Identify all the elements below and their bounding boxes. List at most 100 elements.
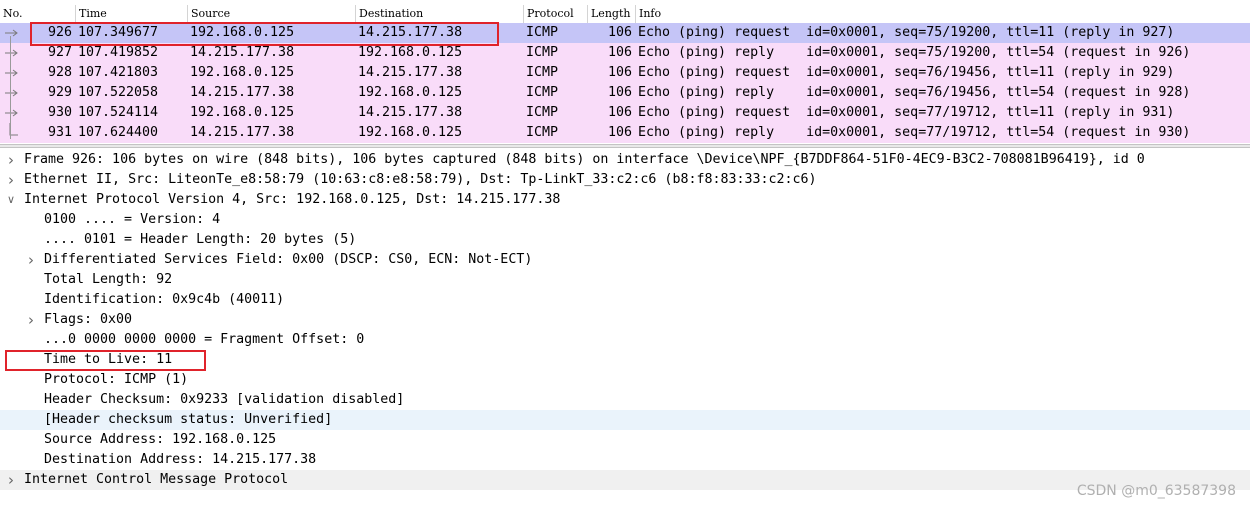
tree-section-row[interactable]: › Internet Control Message Protocol [0,470,1250,490]
packet-length: 106 [607,85,632,100]
request-arrow-icon [9,123,18,136]
tree-field-row[interactable]: Protocol: ICMP (1) [0,370,1250,390]
column-header-time[interactable]: Time [75,5,187,23]
column-header-info[interactable]: Info [635,5,1250,23]
packet-source: 14.215.177.38 [190,125,295,140]
column-header-destination[interactable]: Destination [355,5,523,23]
packet-no: 930 [47,105,72,120]
tree-field-row[interactable]: .... 0101 = Header Length: 20 bytes (5) [0,230,1250,250]
packet-info: Echo (ping) reply id=0x0001, seq=75/1920… [638,45,1191,60]
packet-row[interactable]: 931 107.624400 14.215.177.38 192.168.0.125 I… [0,123,1250,143]
packet-no: 927 [47,45,72,60]
annotation-box-ttl [5,350,206,371]
watermark: CSDN @m0_63587398 [1076,483,1236,499]
packet-destination: 192.168.0.125 [358,85,463,100]
packet-time: 107.522058 [78,85,159,100]
packet-destination: 192.168.0.125 [358,125,463,140]
tree-field-row[interactable]: 0100 .... = Version: 4 [0,210,1250,230]
tree-item-text: ...0 0000 0000 0000 = Fragment Offset: 0 [44,332,365,347]
tree-field-row[interactable]: › Differentiated Services Field: 0x00 (DS… [0,250,1250,270]
packet-protocol: ICMP [526,85,559,100]
packet-protocol: ICMP [526,125,559,140]
request-arrow-icon [5,49,18,57]
tree-field-row[interactable]: Destination Address: 14.215.177.38 [0,450,1250,470]
packet-info: Echo (ping) request id=0x0001, seq=76/19… [638,65,1175,80]
packet-length: 106 [607,45,632,60]
tree-item-text: Differentiated Services Field: 0x00 (DSC… [44,252,533,267]
tree-section-row[interactable]: ∨ Internet Protocol Version 4, Src: 192.1… [0,190,1250,210]
packet-destination: 14.215.177.38 [358,105,463,120]
tree-item-text: Frame 926: 106 bytes on wire (848 bits),… [24,152,1145,167]
tree-field-row[interactable]: Total Length: 92 [0,270,1250,290]
tree-field-row[interactable]: ...0 0000 0000 0000 = Fragment Offset: 0 [0,330,1250,350]
tree-item-text: Total Length: 92 [44,272,173,287]
chevron-right-icon[interactable]: › [24,310,38,330]
packet-source: 14.215.177.38 [190,85,295,100]
tree-item-text: Internet Control Message Protocol [24,472,289,487]
request-arrow-icon [5,29,18,37]
chevron-down-icon[interactable]: ∨ [4,190,18,210]
packet-time: 107.624400 [78,125,159,140]
column-header-protocol[interactable]: Protocol [523,5,587,23]
chevron-right-icon[interactable]: › [24,250,38,270]
request-arrow-icon [5,109,18,117]
packet-length: 106 [607,25,632,40]
packet-info: Echo (ping) reply id=0x0001, seq=76/1945… [638,85,1191,100]
tree-item-text: Destination Address: 14.215.177.38 [44,452,317,467]
tree-item-text: Ethernet II, Src: LiteonTe_e8:58:79 (10:… [24,172,817,187]
tree-item-text: [Header checksum status: Unverified] [44,412,333,427]
tree-item-text: Header Checksum: 0x9233 [validation disa… [44,392,405,407]
request-arrow-icon [5,89,18,97]
chevron-right-icon[interactable]: › [4,470,18,490]
tree-item-text: 0100 .... = Version: 4 [44,212,221,227]
packet-details-tree: › Frame 926: 106 bytes on wire (848 bits)… [0,150,1250,506]
request-arrow-icon [5,69,18,77]
tree-field-row[interactable]: › Flags: 0x00 [0,310,1250,330]
tree-item-text: .... 0101 = Header Length: 20 bytes (5) [44,232,357,247]
tree-item-text: Internet Protocol Version 4, Src: 192.16… [24,192,561,207]
packet-time: 107.524114 [78,105,159,120]
column-header-source[interactable]: Source [187,5,355,23]
packet-length: 106 [607,65,632,80]
packet-time: 107.419852 [78,45,159,60]
tree-item-text: Identification: 0x9c4b (40011) [44,292,285,307]
chevron-right-icon[interactable]: › [4,170,18,190]
packet-row[interactable]: 927 107.419852 14.215.177.38 192.168.0.125 I… [0,43,1250,63]
packet-source: 192.168.0.125 [190,65,295,80]
packet-protocol: ICMP [526,65,559,80]
packet-info: Echo (ping) reply id=0x0001, seq=77/1971… [638,125,1191,140]
packet-row[interactable]: 928 107.421803 192.168.0.125 14.215.177.38 I… [0,63,1250,83]
packet-protocol: ICMP [526,45,559,60]
tree-item-text: Flags: 0x00 [44,312,133,327]
tree-item-text: Source Address: 192.168.0.125 [44,432,277,447]
frame-relation-line [10,36,11,139]
tree-section-row[interactable]: › Ethernet II, Src: LiteonTe_e8:58:79 (10… [0,170,1250,190]
packet-no: 931 [47,125,72,140]
packet-info: Echo (ping) request id=0x0001, seq=75/19… [638,25,1175,40]
tree-item-text: Protocol: ICMP (1) [44,372,189,387]
packet-row[interactable]: 930 107.524114 192.168.0.125 14.215.177.38 I… [0,103,1250,123]
packet-protocol: ICMP [526,25,559,40]
packet-protocol: ICMP [526,105,559,120]
pane-splitter[interactable] [0,144,1250,148]
packet-length: 106 [607,125,632,140]
packet-info: Echo (ping) request id=0x0001, seq=77/19… [638,105,1175,120]
packet-destination: 192.168.0.125 [358,45,463,60]
packet-row[interactable]: 929 107.522058 14.215.177.38 192.168.0.125 I… [0,83,1250,103]
tree-section-row[interactable]: › Frame 926: 106 bytes on wire (848 bits)… [0,150,1250,170]
packet-source: 14.215.177.38 [190,45,295,60]
tree-field-row[interactable]: Source Address: 192.168.0.125 [0,430,1250,450]
packet-source: 192.168.0.125 [190,105,295,120]
packet-length: 106 [607,105,632,120]
chevron-right-icon[interactable]: › [4,150,18,170]
annotation-box-selected-packet [30,22,499,46]
packet-list: No. Time Source Destination Protocol Len… [0,0,1250,144]
column-header-no[interactable]: No. [0,5,75,23]
tree-field-row[interactable]: [Header checksum status: Unverified] [0,410,1250,430]
column-header-length[interactable]: Length [587,5,635,23]
packet-time: 107.421803 [78,65,159,80]
tree-field-row[interactable]: Header Checksum: 0x9233 [validation disa… [0,390,1250,410]
tree-field-row[interactable]: Identification: 0x9c4b (40011) [0,290,1250,310]
packet-no: 928 [47,65,72,80]
packet-destination: 14.215.177.38 [358,65,463,80]
